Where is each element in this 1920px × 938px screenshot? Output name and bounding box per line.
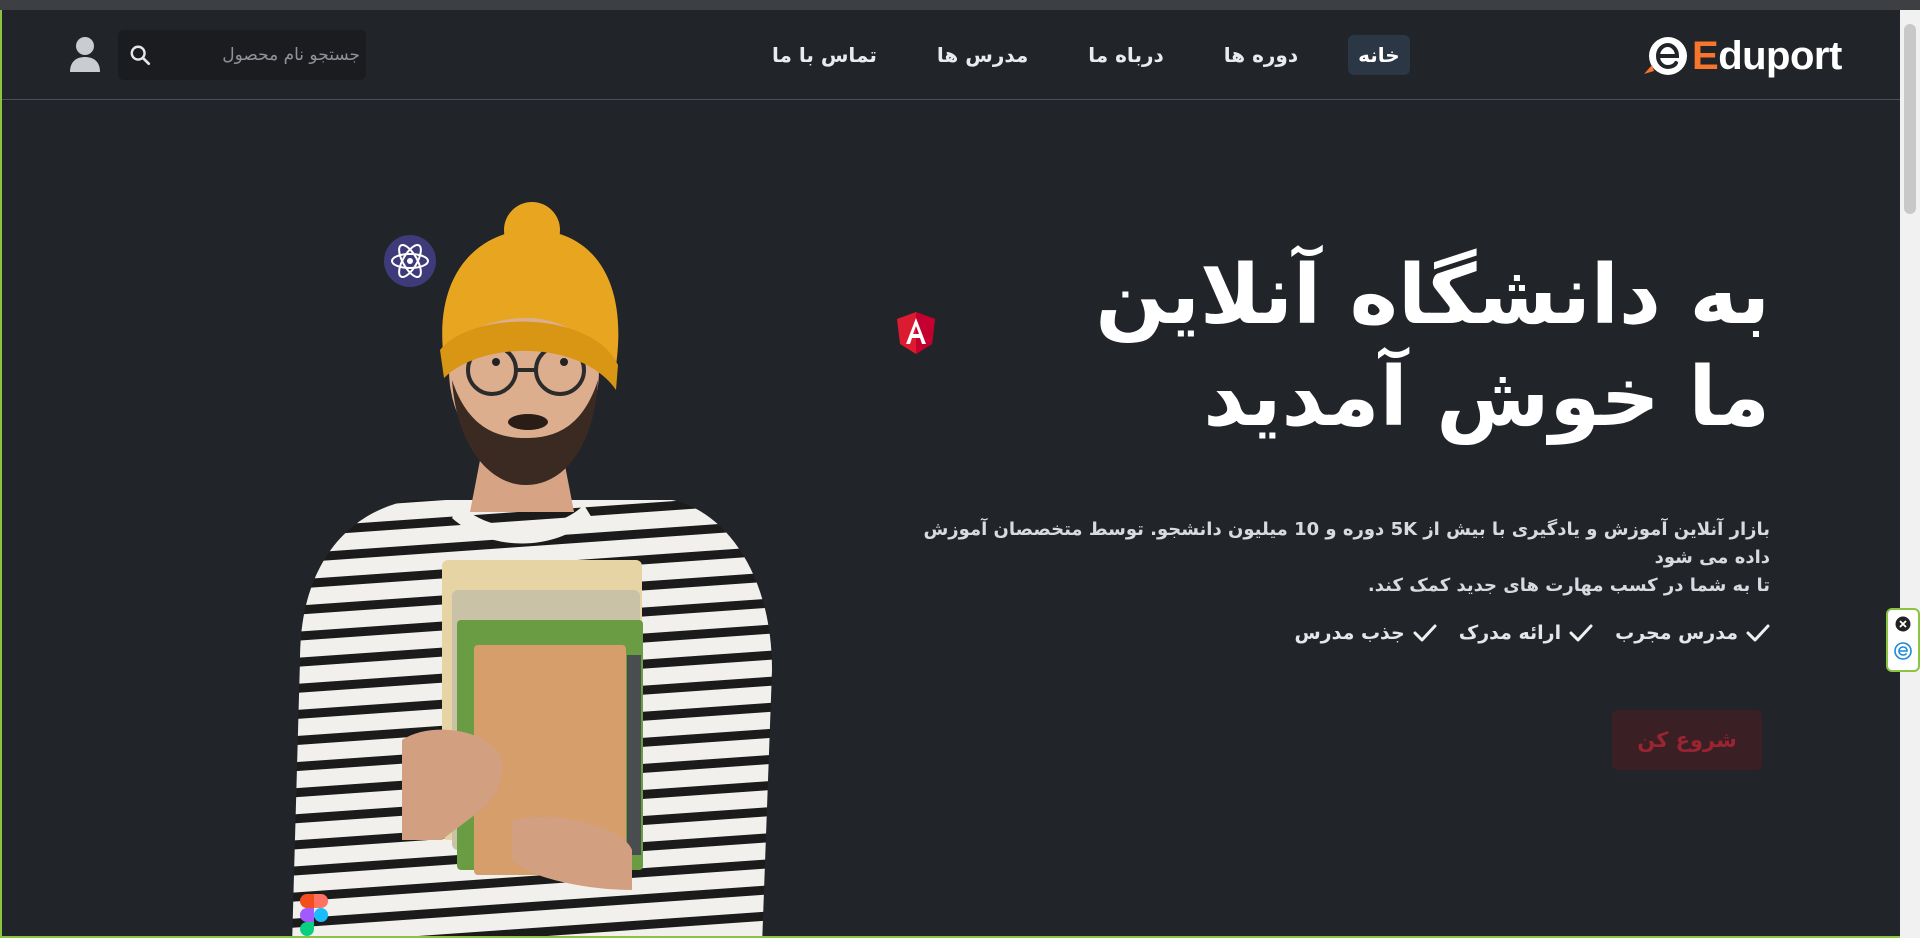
hero-title-line-2: ما خوش آمدید — [1203, 350, 1770, 445]
scrollbar-thumb[interactable] — [1904, 24, 1916, 214]
student-with-books-illustration — [292, 202, 772, 936]
nav-item-contact[interactable]: تماس با ما — [762, 35, 887, 75]
hero-title-line-1: به دانشگاه آنلاین — [1095, 248, 1770, 343]
check-icon — [1746, 624, 1770, 642]
nav-item-about[interactable]: درباه ما — [1078, 35, 1173, 75]
extension-e-icon[interactable] — [1894, 642, 1912, 660]
search-box — [118, 30, 366, 80]
user-account-button[interactable] — [68, 34, 102, 76]
side-extension-widget[interactable] — [1886, 608, 1920, 672]
search-icon — [130, 45, 151, 66]
atom-icon — [384, 235, 436, 287]
feature-label: جذب مدرس — [1294, 622, 1405, 644]
feature-label: مدرس مجرب — [1615, 622, 1738, 644]
browser-top-strip — [0, 0, 1920, 10]
hero-description-line-2: تا به شما در کسب مهارت های جدید کمک کند. — [1367, 575, 1770, 596]
search-input[interactable] — [166, 30, 366, 80]
feature-item: ارائه مدرک — [1459, 622, 1593, 644]
hero-description-line-1: بازار آنلاین آموزش و یادگیری با بیش از 5… — [923, 519, 1770, 568]
brand-name: Eduport — [1692, 33, 1842, 78]
feature-label: ارائه مدرک — [1458, 622, 1562, 644]
nav-item-instructors[interactable]: مدرس ها — [927, 35, 1038, 75]
close-icon[interactable] — [1895, 616, 1911, 632]
user-icon — [70, 37, 100, 72]
search-button[interactable] — [122, 36, 158, 74]
figma-icon — [300, 894, 328, 936]
angular-icon — [897, 312, 935, 354]
page: Eduport خانه دوره ها درباه ما مدرس ها تم… — [0, 10, 1900, 938]
navbar: Eduport خانه دوره ها درباه ما مدرس ها تم… — [2, 10, 1900, 100]
logo-e-mark-icon — [1644, 37, 1687, 75]
feature-item: جذب مدرس — [1294, 622, 1437, 644]
vertical-scrollbar[interactable] — [1900, 10, 1920, 938]
brand-logo[interactable]: Eduport — [1642, 28, 1842, 84]
main-nav: خانه دوره ها درباه ما مدرس ها تماس با ما — [722, 34, 1410, 76]
feature-item: مدرس مجرب — [1615, 622, 1770, 644]
check-icon — [1413, 624, 1437, 642]
check-icon — [1569, 624, 1593, 642]
hero-description: بازار آنلاین آموزش و یادگیری با بیش از 5… — [920, 516, 1770, 600]
feature-list: مدرس مجرب ارائه مدرک جذب مدرس — [1272, 622, 1770, 644]
hero-title: به دانشگاه آنلاین ما خوش آمدید — [970, 245, 1770, 449]
nav-item-home[interactable]: خانه — [1348, 35, 1410, 75]
nav-item-courses[interactable]: دوره ها — [1214, 35, 1308, 75]
start-button[interactable]: شروع کن — [1612, 710, 1762, 770]
